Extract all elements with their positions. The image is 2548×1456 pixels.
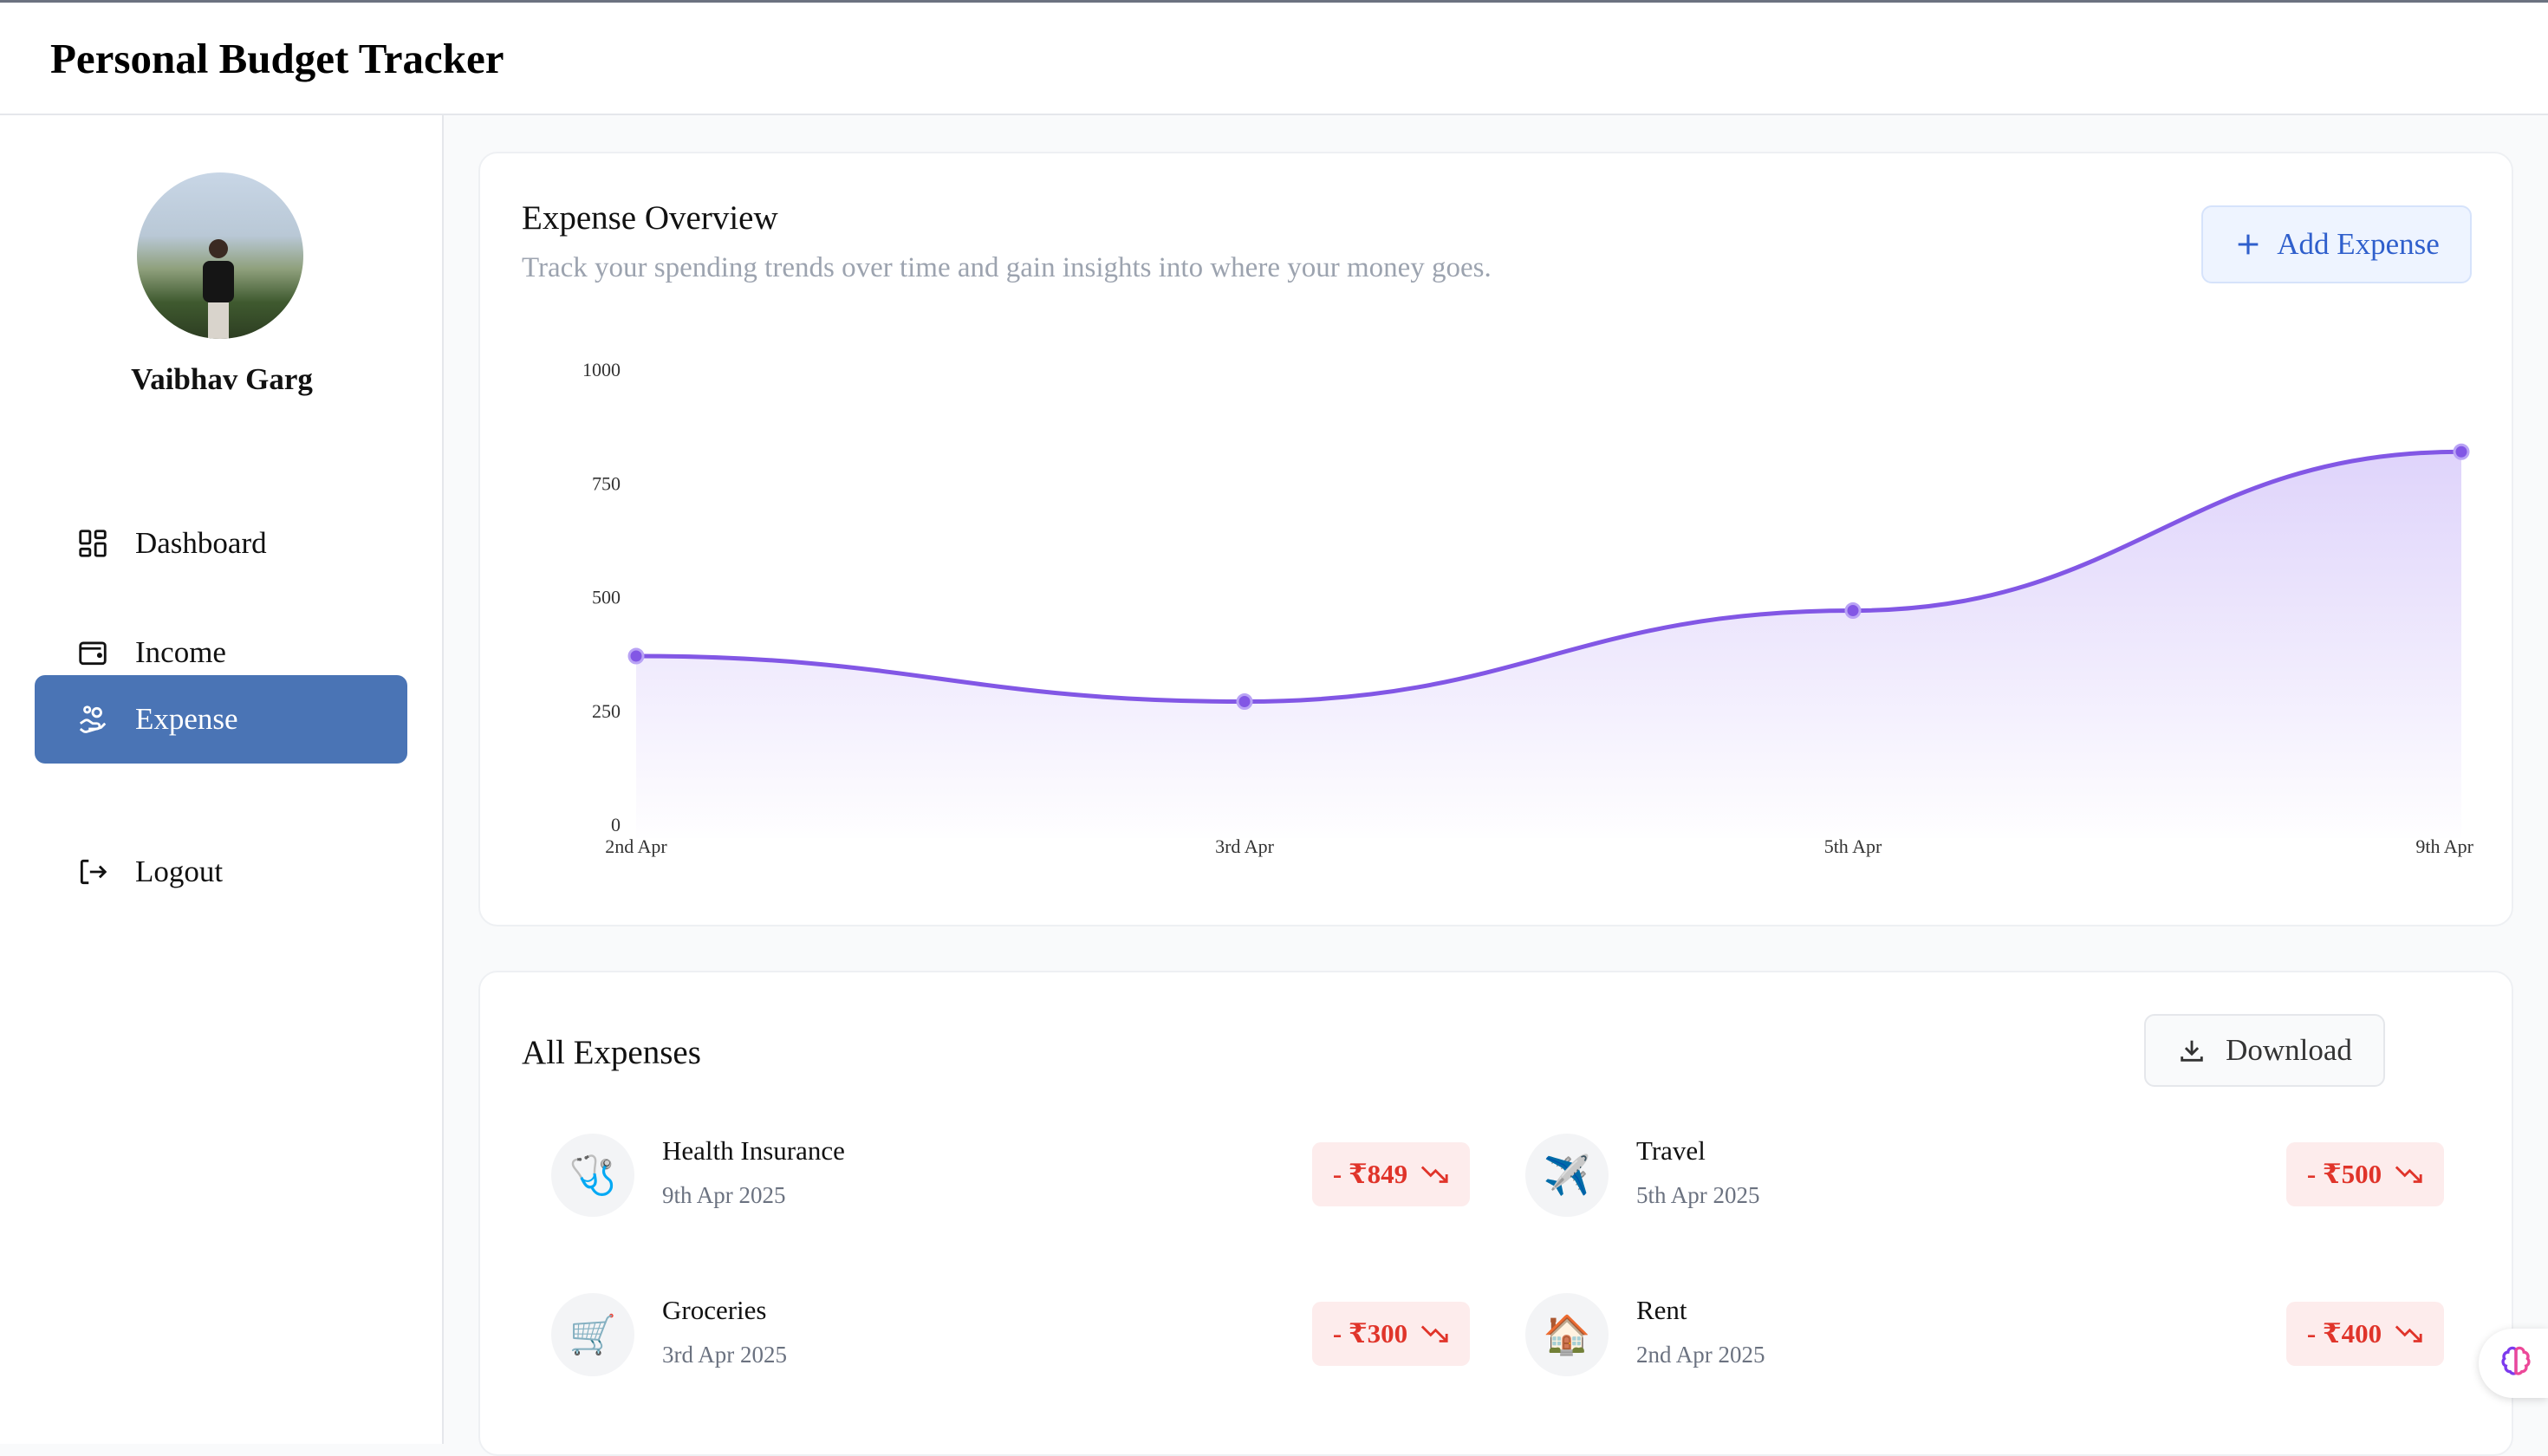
trending-down-icon bbox=[2394, 1163, 2423, 1186]
avatar bbox=[137, 172, 303, 339]
chart-point[interactable] bbox=[1844, 602, 1862, 619]
sidebar-item-label: Logout bbox=[135, 855, 224, 888]
expense-name: Health Insurance bbox=[662, 1135, 845, 1166]
person-figure bbox=[203, 239, 234, 339]
expense-amount-badge: - ₹500 bbox=[2286, 1142, 2444, 1206]
expense-amount: - ₹400 bbox=[2306, 1318, 2382, 1349]
expense-item[interactable]: 🩺 Health Insurance 9th Apr 2025 - ₹849 bbox=[551, 1134, 1470, 1238]
download-label: Download bbox=[2226, 1033, 2352, 1067]
expense-amount: - ₹500 bbox=[2306, 1159, 2382, 1189]
sidebar-item-logout[interactable]: Logout bbox=[35, 828, 407, 916]
expense-overview-card: Expense Overview Track your spending tre… bbox=[478, 152, 2513, 926]
x-tick-label: 5th Apr bbox=[1824, 835, 1882, 857]
expense-name: Rent bbox=[1636, 1295, 1687, 1325]
expense-chart: 0 250 500 750 1000 2nd Apr 3rd Apr 5th Apr 9th … bbox=[582, 359, 2474, 857]
expense-name: Travel bbox=[1636, 1135, 1706, 1166]
chart-point[interactable] bbox=[1236, 693, 1253, 710]
all-expenses-title: All Expenses bbox=[522, 1034, 701, 1071]
sidebar-item-dashboard[interactable]: Dashboard bbox=[35, 499, 407, 588]
chart-area bbox=[636, 452, 2461, 838]
assistant-button[interactable] bbox=[2479, 1329, 2548, 1398]
trending-down-icon bbox=[2394, 1323, 2423, 1345]
y-tick-label: 500 bbox=[592, 587, 621, 608]
expense-amount-badge: - ₹849 bbox=[1312, 1142, 1470, 1206]
expense-date: 2nd Apr 2025 bbox=[1636, 1342, 1765, 1368]
brain-icon bbox=[2499, 1344, 2533, 1383]
x-tick-label: 2nd Apr bbox=[605, 835, 667, 857]
expense-date: 3rd Apr 2025 bbox=[662, 1342, 787, 1368]
chart-point[interactable] bbox=[627, 647, 645, 665]
x-tick-label: 3rd Apr bbox=[1215, 835, 1275, 857]
expense-date: 9th Apr 2025 bbox=[662, 1182, 786, 1208]
expense-amount-badge: - ₹400 bbox=[2286, 1302, 2444, 1366]
trending-down-icon bbox=[1420, 1323, 1449, 1345]
y-tick-label: 0 bbox=[611, 814, 621, 835]
trending-down-icon bbox=[1420, 1163, 1449, 1186]
app-title: Personal Budget Tracker bbox=[50, 35, 504, 82]
sidebar-item-expense[interactable]: Expense bbox=[35, 675, 407, 764]
y-tick-label: 250 bbox=[592, 700, 621, 722]
expense-name: Groceries bbox=[662, 1295, 767, 1325]
expense-item[interactable]: 🛒 Groceries 3rd Apr 2025 - ₹300 bbox=[551, 1293, 1470, 1397]
shopping-cart-icon: 🛒 bbox=[551, 1293, 634, 1376]
expense-amount: - ₹300 bbox=[1332, 1318, 1408, 1349]
wallet-icon bbox=[76, 636, 109, 669]
sidebar-item-label: Expense bbox=[135, 702, 238, 736]
hand-coins-icon bbox=[76, 703, 109, 736]
user-name: Vaibhav Garg bbox=[131, 362, 313, 396]
download-button[interactable]: Download bbox=[2144, 1014, 2385, 1087]
sidebar-item-label: Income bbox=[135, 635, 226, 669]
logout-icon bbox=[76, 855, 109, 888]
y-tick-label: 1000 bbox=[582, 359, 621, 380]
y-tick-label: 750 bbox=[592, 472, 621, 494]
x-tick-label: 9th Apr bbox=[2415, 835, 2473, 857]
expense-item[interactable]: ✈️ Travel 5th Apr 2025 - ₹500 bbox=[1525, 1134, 2444, 1238]
expense-item[interactable]: 🏠 Rent 2nd Apr 2025 - ₹400 bbox=[1525, 1293, 2444, 1397]
stethoscope-icon: 🩺 bbox=[551, 1134, 634, 1217]
sidebar-item-label: Dashboard bbox=[135, 526, 267, 560]
chart-point[interactable] bbox=[2453, 443, 2470, 460]
airplane-icon: ✈️ bbox=[1525, 1134, 1609, 1217]
all-expenses-card: All Expenses Download 🩺 Health Insurance… bbox=[478, 971, 2513, 1456]
download-icon bbox=[2177, 1036, 2207, 1065]
sidebar: Vaibhav Garg Dashboard Income Expense Lo… bbox=[0, 115, 444, 1444]
top-bar: Personal Budget Tracker bbox=[0, 0, 2548, 115]
expense-date: 5th Apr 2025 bbox=[1636, 1182, 1760, 1208]
expense-amount: - ₹849 bbox=[1332, 1159, 1408, 1189]
dashboard-icon bbox=[76, 527, 109, 560]
house-icon: 🏠 bbox=[1525, 1293, 1609, 1376]
expense-amount-badge: - ₹300 bbox=[1312, 1302, 1470, 1366]
